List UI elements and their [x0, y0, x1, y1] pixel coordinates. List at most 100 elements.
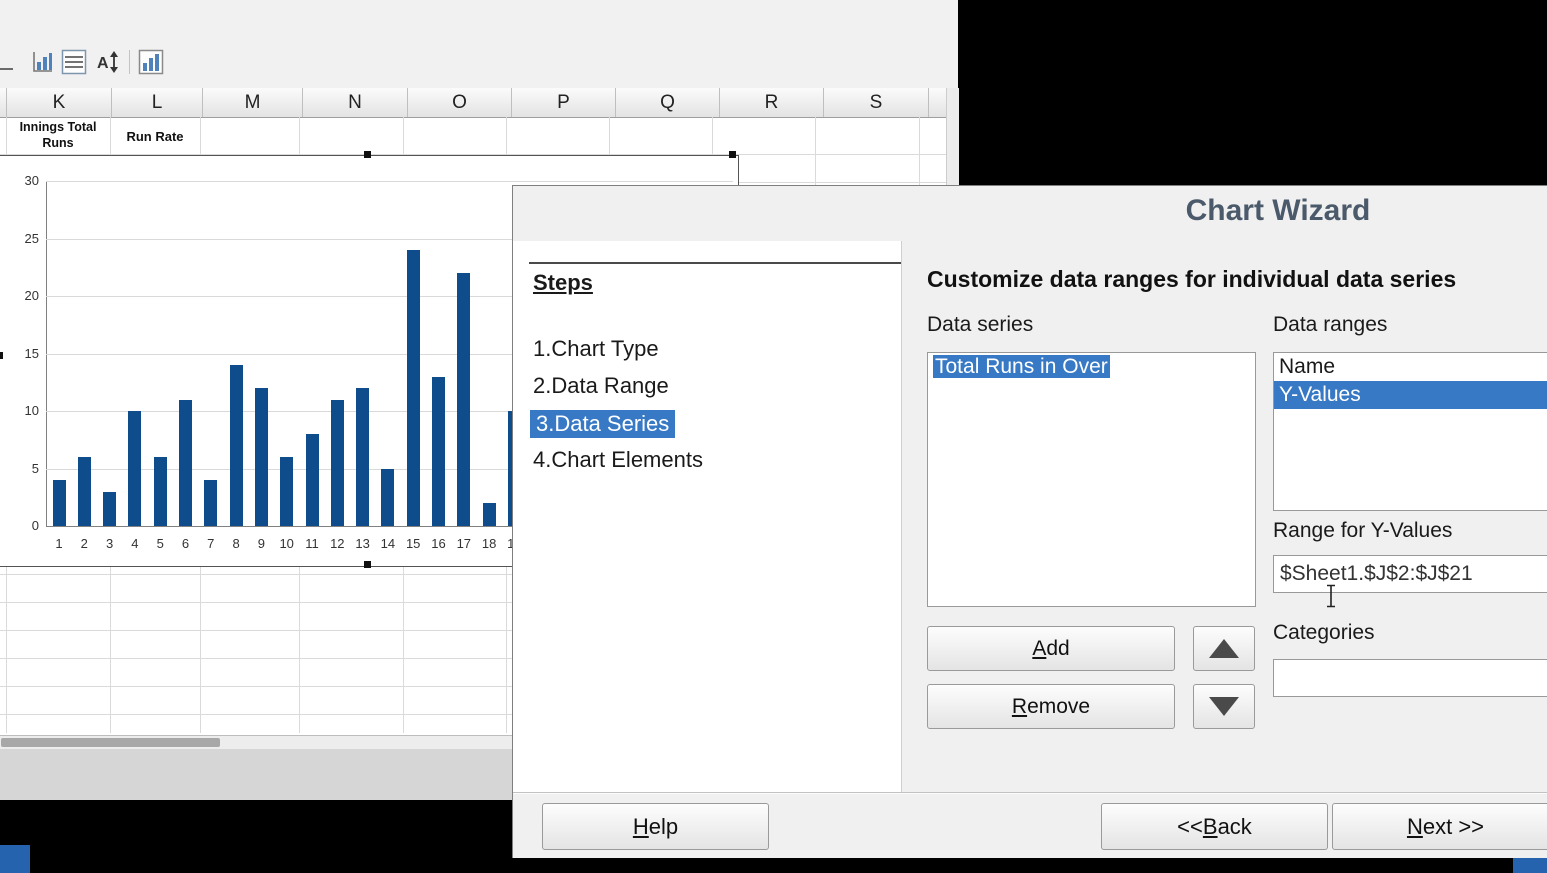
back-button[interactable]: << Back	[1101, 803, 1328, 850]
x-axis-tick-label: 8	[224, 536, 248, 551]
column-header-M[interactable]: M	[203, 88, 303, 117]
column-header-O[interactable]: O	[408, 88, 512, 117]
categories-input[interactable]	[1273, 659, 1547, 697]
x-axis-tick-label: 5	[148, 536, 172, 551]
y-axis-tick-label: 5	[0, 461, 46, 476]
chart-resize-handle-top-right[interactable]	[729, 151, 736, 158]
x-axis-tick-label: 17	[452, 536, 476, 551]
data-series-label: Data series	[927, 313, 1033, 337]
y-axis-tick-label: 10	[0, 403, 46, 418]
cell-L1[interactable]: Run Rate	[110, 117, 200, 155]
data-ranges-listbox[interactable]: Name Y-Values	[1273, 352, 1547, 511]
bar-12	[331, 400, 344, 527]
x-axis-tick-label: 3	[98, 536, 122, 551]
toolbar-separator	[129, 50, 130, 74]
move-up-button[interactable]	[1193, 626, 1255, 671]
steps-separator	[529, 262, 901, 264]
bar-4	[128, 411, 141, 526]
x-axis-tick-label: 12	[325, 536, 349, 551]
chart-resize-handle-bottom[interactable]	[364, 561, 371, 568]
data-range-item-name[interactable]: Name	[1274, 353, 1547, 381]
bar-5	[154, 457, 167, 526]
column-header-L[interactable]: L	[112, 88, 203, 117]
y-axis-tick-label: 30	[0, 173, 46, 188]
step-data-series[interactable]: 3.Data Series	[530, 410, 675, 438]
horizontal-scrollbar-thumb[interactable]	[1, 738, 220, 747]
taskbar-corner-left	[0, 845, 30, 873]
bar-14	[381, 469, 394, 527]
y-axis-tick-label: 20	[0, 288, 46, 303]
data-series-item[interactable]: Total Runs in Over	[928, 353, 1255, 381]
column-header-S[interactable]: S	[824, 88, 929, 117]
arrow-down-icon	[1209, 697, 1239, 716]
add-button[interactable]: Add	[927, 626, 1175, 671]
bar-15	[407, 250, 420, 526]
bar-3	[103, 492, 116, 527]
x-axis-tick-label: 14	[376, 536, 400, 551]
column-header-R[interactable]: R	[720, 88, 824, 117]
bar-chart-icon[interactable]	[28, 48, 56, 76]
chart-gridline	[46, 181, 733, 182]
screen: A K L M N O P Q R S Innings Total Runs	[0, 0, 1547, 873]
chart-type-icon[interactable]	[137, 48, 165, 76]
column-headers: K L M N O P Q R S	[0, 88, 946, 118]
bar-16	[432, 377, 445, 527]
steps-title: Steps	[533, 270, 593, 296]
x-axis-tick-label: 9	[249, 536, 273, 551]
axes-icon[interactable]	[0, 48, 18, 76]
x-axis-tick-label: 15	[401, 536, 425, 551]
bar-8	[230, 365, 243, 526]
column-header-N[interactable]: N	[303, 88, 408, 117]
column-header-Q[interactable]: Q	[616, 88, 720, 117]
cell-K1[interactable]: Innings Total Runs	[6, 117, 110, 155]
dialog-title: Chart Wizard	[913, 194, 1547, 228]
x-axis-tick-label: 16	[427, 536, 451, 551]
data-series-listbox[interactable]: Total Runs in Over	[927, 352, 1256, 607]
chart-resize-handle-left[interactable]	[0, 352, 3, 359]
x-axis-tick-label: 4	[123, 536, 147, 551]
x-axis-tick-label: 7	[199, 536, 223, 551]
data-table-icon[interactable]	[60, 48, 88, 76]
chart-resize-handle-top[interactable]	[364, 151, 371, 158]
step-chart-elements[interactable]: 4.Chart Elements	[533, 447, 703, 473]
next-button[interactable]: Next >>	[1332, 803, 1547, 850]
chart-toolbar: A	[0, 0, 958, 89]
remove-button[interactable]: Remove	[927, 684, 1175, 729]
range-input[interactable]: $Sheet1.$J$2:$J$21	[1273, 555, 1547, 593]
svg-text:A: A	[97, 55, 109, 72]
dialog-bottom-separator-highlight	[513, 793, 1547, 794]
taskbar-corner-right	[1513, 857, 1547, 873]
help-button[interactable]: Help	[542, 803, 769, 850]
range-for-y-values-label: Range for Y-Values	[1273, 519, 1452, 543]
column-header-partial-left[interactable]	[0, 88, 7, 117]
steps-panel	[513, 241, 902, 792]
bar-6	[179, 400, 192, 527]
step-chart-type[interactable]: 1.Chart Type	[533, 336, 659, 362]
x-axis-tick-label: 18	[477, 536, 501, 551]
bar-11	[306, 434, 319, 526]
bar-10	[280, 457, 293, 526]
bar-17	[457, 273, 470, 526]
x-axis-tick-label: 11	[300, 536, 324, 551]
arrow-up-icon	[1209, 639, 1239, 658]
step-data-range[interactable]: 2.Data Range	[533, 373, 669, 399]
column-header-P[interactable]: P	[512, 88, 616, 117]
bar-2	[78, 457, 91, 526]
sort-text-icon[interactable]: A	[94, 48, 122, 76]
x-axis-tick-label: 13	[351, 536, 375, 551]
bar-7	[204, 480, 217, 526]
x-axis-tick-label: 1	[47, 536, 71, 551]
bar-9	[255, 388, 268, 526]
column-header-K[interactable]: K	[7, 88, 112, 117]
data-range-item-y-values[interactable]: Y-Values	[1274, 381, 1547, 409]
y-axis-tick-label: 0	[0, 518, 46, 533]
move-down-button[interactable]	[1193, 684, 1255, 729]
y-axis-tick-label: 25	[0, 231, 46, 246]
bar-1	[53, 480, 66, 526]
categories-label: Categories	[1273, 621, 1375, 645]
x-axis-tick-label: 2	[72, 536, 96, 551]
mouse-cursor-ibeam	[1325, 584, 1337, 608]
x-axis-tick-label: 10	[275, 536, 299, 551]
bar-18	[483, 503, 496, 526]
data-series-item-label[interactable]: Total Runs in Over	[933, 355, 1110, 378]
